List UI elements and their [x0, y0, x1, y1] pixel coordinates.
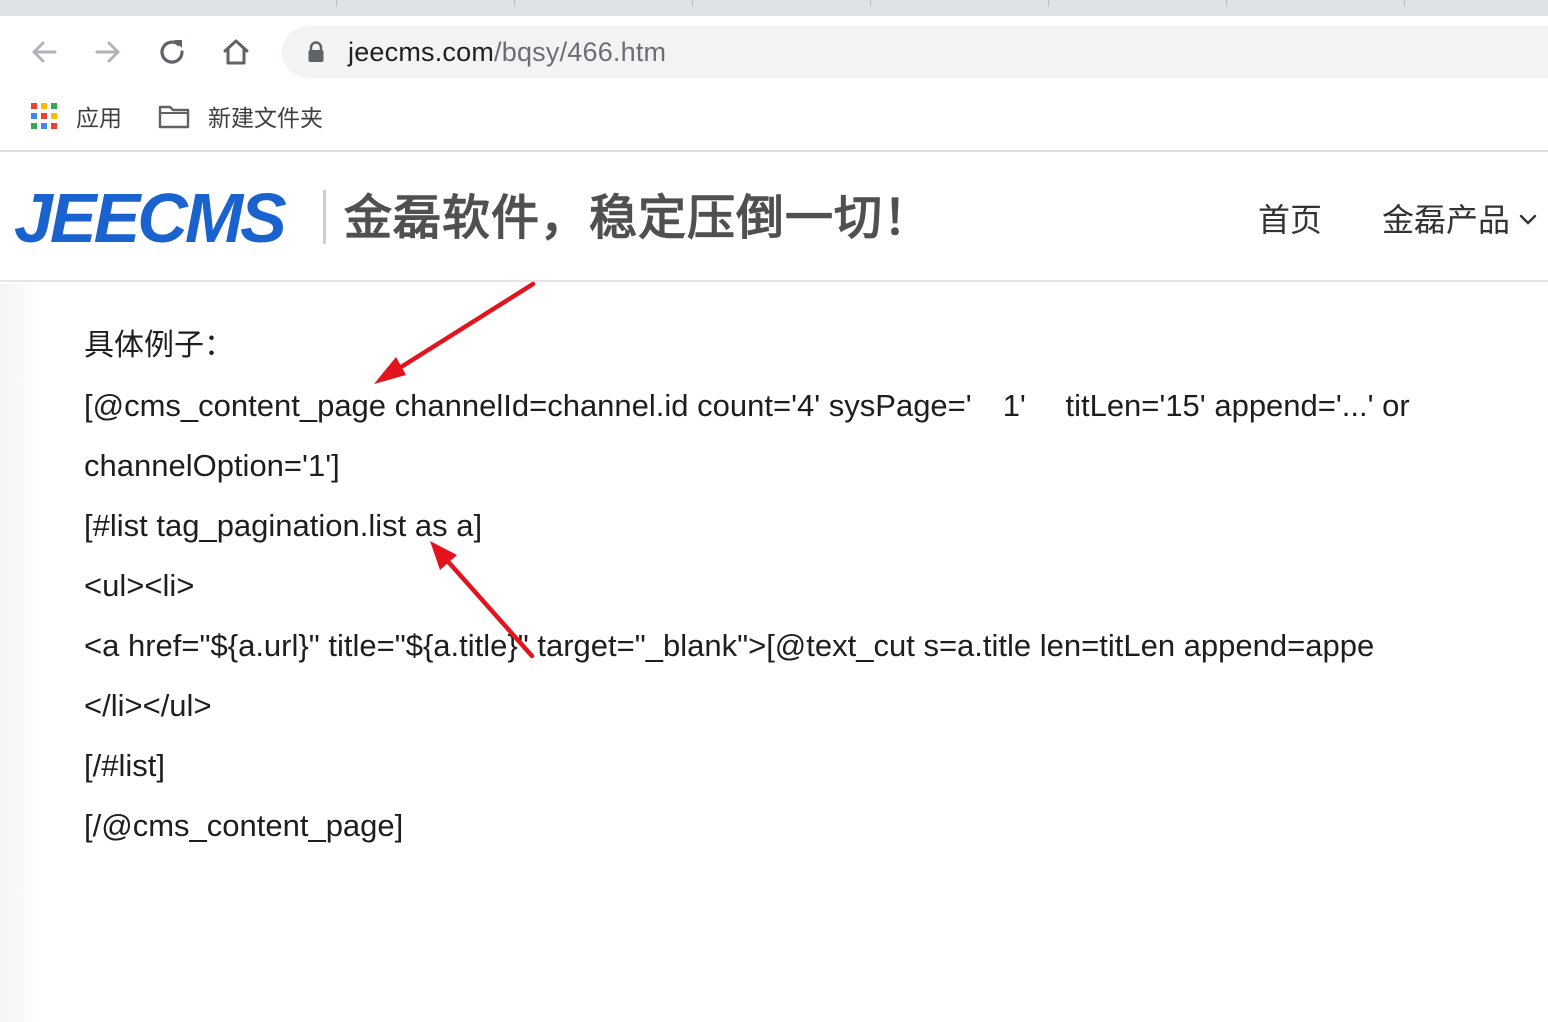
url-host: jeecms.com	[348, 37, 495, 67]
browser-window: jeecms.com/bqsy/466.htm 应用 新建文件夹 JEECMS …	[0, 0, 1548, 1022]
browser-toolbar: jeecms.com/bqsy/466.htm	[0, 16, 1548, 88]
code-line: <ul><li>	[84, 568, 195, 603]
home-icon	[223, 39, 249, 65]
folder-icon	[158, 105, 190, 129]
url-text[interactable]: jeecms.com/bqsy/466.htm	[348, 36, 666, 68]
forward-button[interactable]	[90, 34, 126, 70]
reload-button[interactable]	[154, 34, 190, 70]
bookmark-new-folder-label: 新建文件夹	[208, 105, 323, 131]
back-button[interactable]	[26, 34, 62, 70]
bookmark-new-folder[interactable]: 新建文件夹	[158, 100, 323, 132]
home-button[interactable]	[218, 34, 254, 70]
code-line: [/@cms_content_page]	[84, 808, 404, 843]
bookmark-apps-label: 应用	[76, 105, 122, 131]
bookmarks-bar: 应用 新建文件夹	[0, 88, 1548, 152]
code-line: </li></ul>	[84, 688, 212, 723]
example-heading: 具体例子：	[84, 328, 234, 363]
nav-products-label: 金磊产品	[1382, 201, 1511, 239]
lock-icon[interactable]	[306, 41, 326, 63]
logo-divider	[323, 190, 326, 244]
back-arrow-icon	[32, 41, 57, 63]
site-header: JEECMS 金磊软件，稳定压倒一切！ 首页 金磊产品	[0, 154, 1548, 282]
code-line: channelOption='1']	[84, 448, 340, 483]
site-logo[interactable]: JEECMS	[14, 178, 287, 258]
forward-arrow-icon	[95, 41, 120, 63]
site-slogan: 金磊软件，稳定压倒一切！	[344, 190, 933, 246]
address-bar[interactable]: jeecms.com/bqsy/466.htm	[282, 26, 1548, 78]
code-line: [/#list]	[84, 748, 165, 783]
nav-home-link[interactable]: 首页	[1258, 200, 1322, 240]
url-path: /bqsy/466.htm	[494, 37, 667, 67]
nav-products-menu[interactable]: 金磊产品	[1382, 200, 1538, 240]
code-line: <a href="${a.url}" title="${a.title}" ta…	[84, 628, 1375, 663]
code-line: [#list tag_pagination.list as a]	[84, 508, 483, 543]
reload-icon	[160, 40, 184, 64]
article-content: 具体例子： [@cms_content_page channelId=chann…	[0, 284, 1548, 1022]
bookmark-apps[interactable]: 应用	[30, 100, 122, 132]
code-line: [@cms_content_page channelId=channel.id …	[84, 388, 1410, 423]
apps-grid-icon	[31, 103, 57, 129]
tab-strip	[0, 0, 1548, 16]
code-example: 具体例子： [@cms_content_page channelId=chann…	[84, 316, 1548, 856]
chevron-down-icon	[1519, 214, 1537, 225]
